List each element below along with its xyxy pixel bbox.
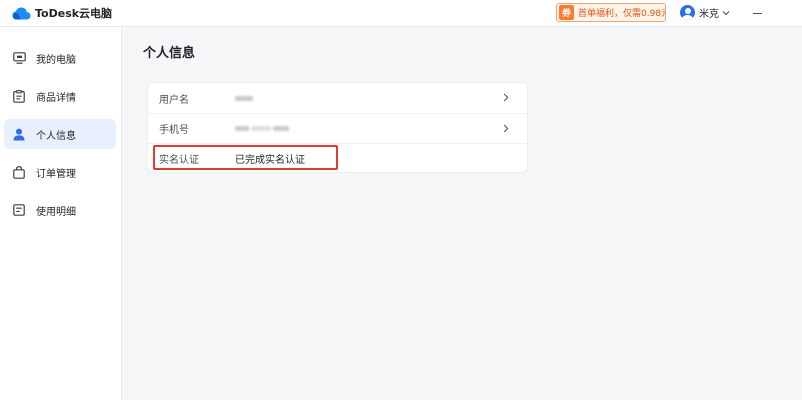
sidebar-item-label: 商品详情 — [36, 92, 76, 104]
highlight-box — [153, 145, 338, 170]
sidebar-item-product-details[interactable]: 商品详情 — [4, 81, 116, 111]
bag-icon — [12, 165, 26, 179]
page-title: 个人信息 — [143, 46, 196, 61]
clipboard-icon — [12, 89, 26, 103]
chevron-right-icon — [503, 93, 509, 102]
promo-text: 首单福利，仅需0.98元 — [578, 9, 666, 19]
phone-row[interactable]: 手机号 — [148, 113, 529, 143]
chevron-right-icon — [503, 124, 509, 133]
row-label: 手机号 — [159, 125, 189, 136]
cloud-icon — [12, 7, 31, 19]
coupon-icon: 券 — [559, 5, 574, 20]
chevron-down-icon — [722, 10, 730, 16]
sidebar-item-my-computer[interactable]: 我的电脑 — [4, 43, 116, 73]
sidebar-item-label: 使用明细 — [36, 206, 76, 218]
minimize-button[interactable] — [748, 5, 766, 21]
user-icon — [12, 127, 26, 141]
sidebar: 我的电脑 商品详情 个人信息 订单管理 使用明细 — [0, 27, 122, 400]
title-bar: ToDesk云电脑 券 首单福利，仅需0.98元 米克 — [0, 0, 802, 27]
monitor-icon — [12, 51, 26, 65]
sidebar-item-label: 订单管理 — [36, 168, 76, 180]
avatar-icon — [680, 5, 695, 20]
user-menu[interactable]: 米克 — [680, 3, 730, 22]
list-icon — [12, 203, 26, 217]
sidebar-item-personal-info[interactable]: 个人信息 — [4, 119, 116, 149]
masked-phone — [235, 126, 289, 131]
app-logo: ToDesk云电脑 — [12, 5, 112, 21]
username-row[interactable]: 用户名 — [148, 83, 529, 113]
sidebar-item-label: 我的电脑 — [36, 54, 76, 66]
minimize-icon — [752, 12, 762, 14]
sidebar-item-label: 个人信息 — [36, 130, 76, 142]
sidebar-item-order-management[interactable]: 订单管理 — [4, 157, 116, 187]
masked-username — [235, 95, 253, 101]
user-name: 米克 — [699, 9, 719, 20]
app-name: ToDesk云电脑 — [35, 7, 113, 20]
sidebar-item-usage-details[interactable]: 使用明细 — [4, 195, 116, 225]
row-label: 用户名 — [159, 94, 189, 106]
promo-banner[interactable]: 券 首单福利，仅需0.98元 — [556, 3, 666, 22]
